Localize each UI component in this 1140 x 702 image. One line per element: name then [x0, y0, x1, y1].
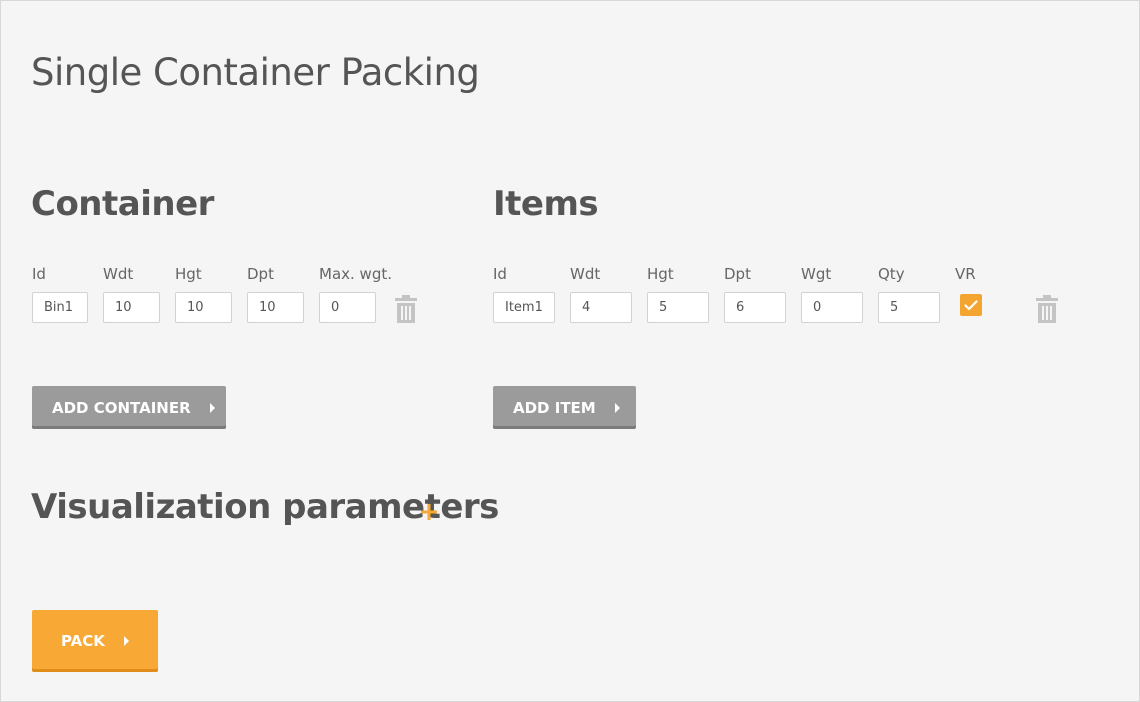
item-hgt-input[interactable]	[647, 292, 709, 323]
pack-button[interactable]: PACK	[32, 610, 158, 672]
item-dpt-input[interactable]	[724, 292, 786, 323]
items-section-title: Items	[493, 184, 599, 224]
container-wdt-input[interactable]	[103, 292, 160, 323]
item-id-input[interactable]	[493, 292, 555, 323]
plus-icon[interactable]	[420, 503, 438, 521]
item-wdt-input[interactable]	[570, 292, 632, 323]
pack-button-label: PACK	[61, 632, 105, 650]
container-wdt-label: Wdt	[103, 265, 134, 283]
trash-icon[interactable]	[394, 294, 418, 324]
add-container-button[interactable]: ADD CONTAINER	[32, 386, 226, 429]
container-dpt-label: Dpt	[247, 265, 274, 283]
item-hgt-label: Hgt	[647, 265, 674, 283]
item-id-label: Id	[493, 265, 507, 283]
container-max-wgt-label: Max. wgt.	[319, 265, 392, 283]
item-wdt-label: Wdt	[570, 265, 601, 283]
add-item-button[interactable]: ADD ITEM	[493, 386, 636, 429]
item-qty-label: Qty	[878, 265, 905, 283]
container-hgt-label: Hgt	[175, 265, 202, 283]
caret-right-icon	[123, 636, 129, 646]
caret-right-icon	[209, 402, 215, 413]
trash-icon[interactable]	[1035, 294, 1059, 324]
container-section-title: Container	[31, 184, 214, 224]
check-icon	[964, 299, 978, 310]
page-title: Single Container Packing	[31, 51, 480, 94]
container-id-label: Id	[32, 265, 46, 283]
container-max-wgt-input[interactable]	[319, 292, 376, 323]
add-container-label: ADD CONTAINER	[52, 398, 191, 417]
container-hgt-input[interactable]	[175, 292, 232, 323]
caret-right-icon	[614, 402, 620, 413]
container-dpt-input[interactable]	[247, 292, 304, 323]
item-qty-input[interactable]	[878, 292, 940, 323]
item-wgt-label: Wgt	[801, 265, 832, 283]
add-item-label: ADD ITEM	[513, 398, 596, 417]
container-id-input[interactable]	[32, 292, 88, 323]
item-vr-label: VR	[955, 265, 976, 283]
vr-checkbox[interactable]	[960, 294, 982, 316]
item-dpt-label: Dpt	[724, 265, 751, 283]
app-frame: Single Container Packing Container Id Wd…	[0, 0, 1140, 702]
item-wgt-input[interactable]	[801, 292, 863, 323]
